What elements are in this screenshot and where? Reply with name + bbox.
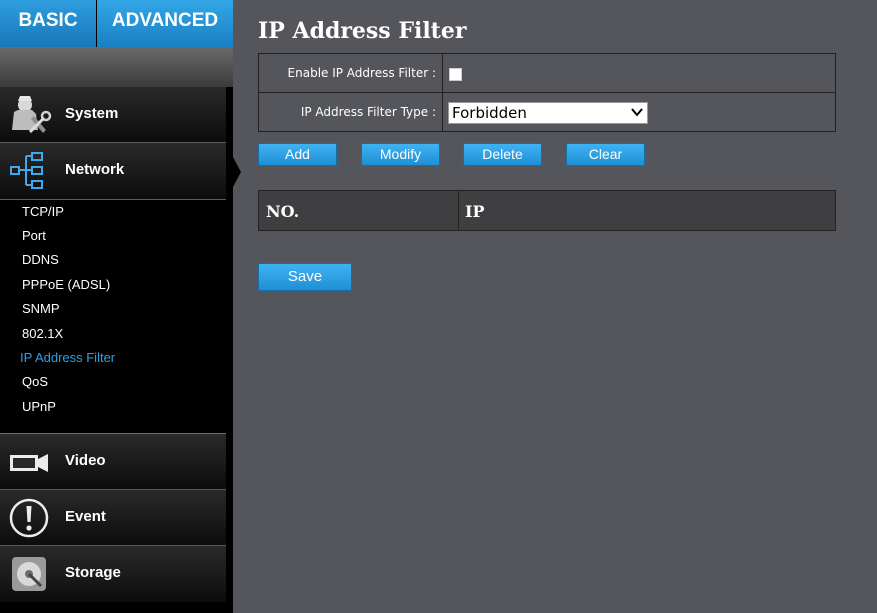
sidebar-section-system[interactable]: System bbox=[0, 87, 226, 143]
video-camera-icon bbox=[10, 454, 48, 472]
settings-form: Enable IP Address Filter : IP Address Fi… bbox=[258, 53, 836, 132]
sidebar-item-port[interactable]: Port bbox=[22, 228, 46, 243]
sidebar-item-tcp-ip[interactable]: TCP/IP bbox=[22, 204, 64, 219]
hard-disk-icon bbox=[12, 557, 46, 591]
ip-list-header: NO. IP bbox=[258, 190, 836, 231]
active-section-pointer bbox=[233, 157, 241, 187]
sidebar-section-label: Event bbox=[65, 508, 106, 525]
sidebar-section-video[interactable]: Video bbox=[0, 434, 226, 490]
sidebar-item-ip-address-filter[interactable]: IP Address Filter bbox=[20, 350, 115, 365]
sidebar-item-8021x[interactable]: 802.1X bbox=[22, 326, 63, 341]
sidebar-section-storage[interactable]: Storage bbox=[0, 546, 226, 602]
modify-button[interactable]: Modify bbox=[361, 143, 440, 166]
sidebar-section-network[interactable]: Network bbox=[0, 143, 226, 200]
sidebar-header-spacer bbox=[0, 47, 233, 87]
sidebar-section-label: Network bbox=[65, 161, 125, 178]
save-button[interactable]: Save bbox=[258, 263, 352, 291]
page-title: IP Address Filter bbox=[258, 18, 467, 44]
filter-type-label: IP Address Filter Type : bbox=[259, 93, 443, 131]
sidebar-section-label: Storage bbox=[65, 564, 121, 581]
add-button[interactable]: Add bbox=[258, 143, 337, 166]
enable-label: Enable IP Address Filter : bbox=[259, 54, 443, 92]
column-header-no: NO. bbox=[266, 202, 300, 221]
column-header-ip: IP bbox=[465, 202, 485, 221]
settings-person-icon bbox=[12, 96, 52, 134]
column-divider bbox=[458, 191, 459, 230]
clear-button[interactable]: Clear bbox=[566, 143, 645, 166]
sidebar-section-label: Video bbox=[65, 452, 106, 469]
filter-type-row: IP Address Filter Type : Forbidden bbox=[259, 93, 835, 131]
sidebar-item-ddns[interactable]: DDNS bbox=[22, 252, 59, 267]
sidebar-item-upnp[interactable]: UPnP bbox=[22, 399, 56, 414]
sidebar: BASIC ADVANCED System Network TCP/IP Por… bbox=[0, 0, 233, 613]
sidebar-section-label: System bbox=[65, 105, 119, 122]
delete-button[interactable]: Delete bbox=[463, 143, 542, 166]
network-tree-icon bbox=[10, 152, 43, 189]
sidebar-item-pppoe[interactable]: PPPoE (ADSL) bbox=[22, 277, 110, 292]
filter-type-select[interactable]: Forbidden bbox=[448, 102, 648, 124]
filter-type-value: Forbidden bbox=[452, 104, 527, 122]
enable-filter-checkbox[interactable] bbox=[449, 68, 462, 81]
exclamation-icon bbox=[9, 498, 49, 538]
enable-row: Enable IP Address Filter : bbox=[259, 54, 835, 93]
sidebar-section-event[interactable]: Event bbox=[0, 490, 226, 546]
sidebar-item-snmp[interactable]: SNMP bbox=[22, 301, 60, 316]
advanced-tab[interactable]: ADVANCED bbox=[97, 0, 233, 47]
chevron-down-icon bbox=[631, 108, 643, 117]
basic-tab[interactable]: BASIC bbox=[0, 0, 96, 47]
sidebar-item-qos[interactable]: QoS bbox=[22, 374, 48, 389]
